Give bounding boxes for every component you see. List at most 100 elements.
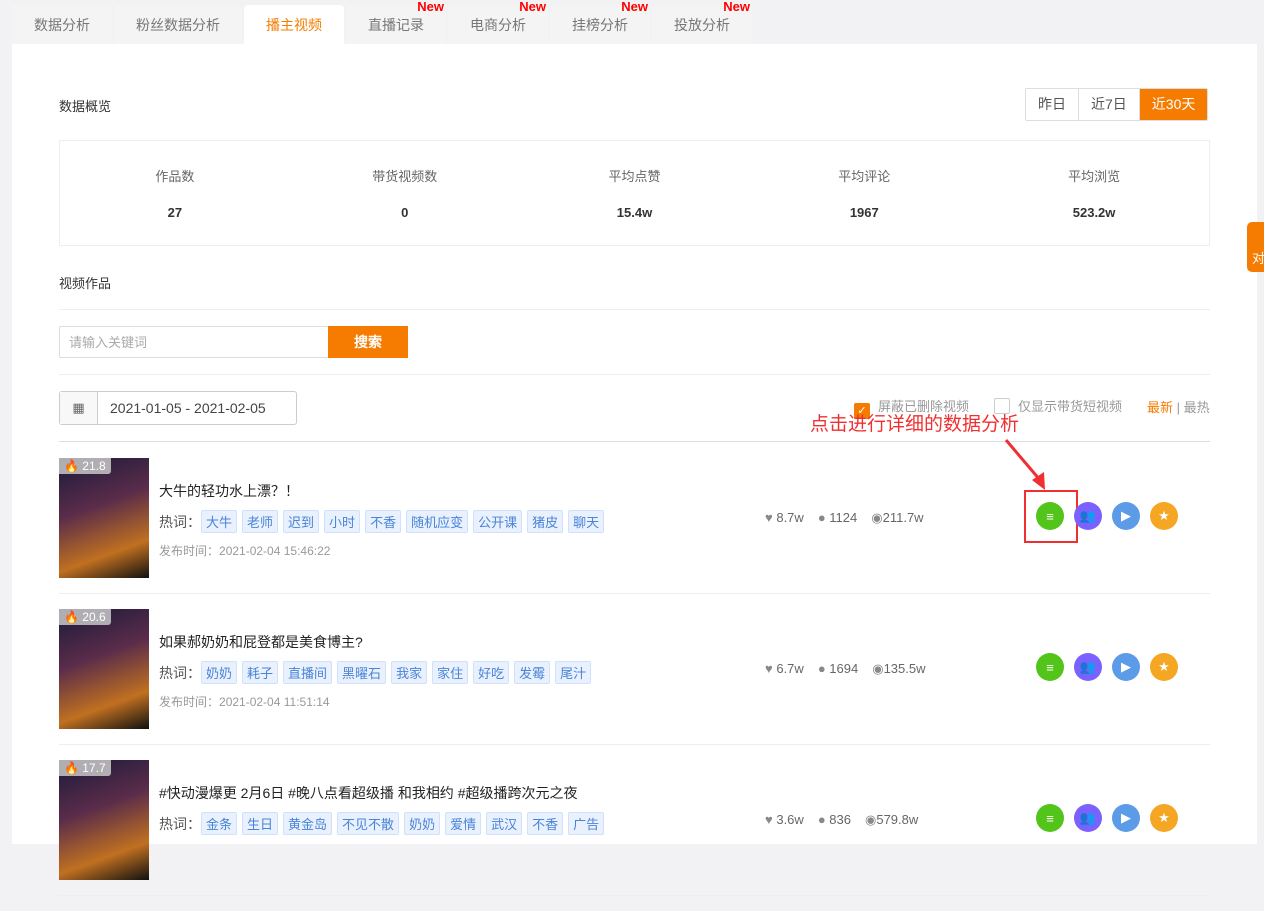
play-button[interactable]: ▶ xyxy=(1112,804,1140,832)
fans-button[interactable]: 👥 xyxy=(1074,502,1102,530)
keyword-tag[interactable]: 黄金岛 xyxy=(283,812,333,835)
keyword-tag[interactable]: 不香 xyxy=(527,812,564,835)
fans-button[interactable]: 👥 xyxy=(1074,804,1102,832)
sort-latest[interactable]: 最新 xyxy=(1147,400,1173,415)
analysis-button[interactable]: ≡ xyxy=(1036,804,1064,832)
tab-6[interactable]: 投放分析 New xyxy=(652,0,752,44)
keyword-tag[interactable]: 好吃 xyxy=(473,661,510,684)
publish-time: 发布时间：2021-02-04 11:51:14 xyxy=(159,693,330,710)
video-title[interactable]: 大牛的轻功水上漂？！ xyxy=(159,481,299,501)
play-button[interactable]: ▶ xyxy=(1112,502,1140,530)
keyword-tag[interactable]: 迟到 xyxy=(283,510,320,533)
keyword-tag[interactable]: 广告 xyxy=(568,812,605,835)
analysis-button[interactable]: ≡ xyxy=(1036,653,1064,681)
sort-toggle: 最新 | 最热 xyxy=(1147,397,1210,416)
keyword-tag[interactable]: 公开课 xyxy=(473,510,523,533)
eye-icon: ◉ xyxy=(872,661,884,676)
comments: ● 1694 xyxy=(818,661,858,677)
sort-hot[interactable]: 最热 xyxy=(1184,400,1210,415)
metric-label: 平均点赞 xyxy=(608,169,661,184)
new-badge: New xyxy=(621,0,648,14)
favorite-button[interactable]: ★ xyxy=(1150,804,1178,832)
keyword-tag[interactable]: 金条 xyxy=(201,812,238,835)
keyword-tag[interactable]: 聊天 xyxy=(568,510,605,533)
comments-value: 1124 xyxy=(829,510,858,525)
overview-metrics: 作品数 27 带货视频数 0 平均点赞 15.4w 平均评论 1967 平均浏览 523.2w xyxy=(59,140,1210,246)
fans-button[interactable]: 👥 xyxy=(1074,653,1102,681)
keyword-tag[interactable]: 不香 xyxy=(365,510,402,533)
keyword-tag[interactable]: 家住 xyxy=(432,661,469,684)
metric: 作品数 27 xyxy=(60,141,290,245)
video-title[interactable]: #快动漫爆更 2月6日 #晚八点看超级播 和我相约 #超级播跨次元之夜 xyxy=(159,783,578,803)
new-badge: New xyxy=(723,0,750,14)
play-icon: ▶ xyxy=(1121,508,1131,523)
keyword-label: 热词： xyxy=(159,513,201,530)
comment-icon: ● xyxy=(817,812,826,827)
tab-0[interactable]: 数据分析 xyxy=(12,5,112,44)
video-row: 🔥 17.7 #快动漫爆更 2月6日 #晚八点看超级播 和我相约 #超级播跨次元… xyxy=(59,760,1210,911)
tab-1[interactable]: 粉丝数据分析 xyxy=(114,5,242,44)
range-option[interactable]: 近7日 xyxy=(1078,89,1139,120)
likes-value: 6.7w xyxy=(776,661,804,676)
star-icon: ★ xyxy=(1158,659,1170,674)
keyword-tag[interactable]: 生日 xyxy=(242,812,279,835)
divider xyxy=(59,309,1210,310)
play-icon: ▶ xyxy=(1121,659,1131,674)
video-title[interactable]: 如果郝奶奶和屁登都是美食博主? xyxy=(159,632,363,652)
annotation-text: 点击进行详细的数据分析 xyxy=(810,414,1020,435)
comment-icon: ● xyxy=(817,510,826,525)
video-row: 🔥 21.8 大牛的轻功水上漂？！ 热词： 大牛 老师 迟到 小时 不香 随机应变 公开课 猪皮… xyxy=(59,458,1210,609)
heat-badge: 🔥 21.8 xyxy=(59,458,111,474)
date-range-picker[interactable]: ▦ 2021-01-05 - 2021-02-05 xyxy=(59,391,297,425)
views-value: 135.5w xyxy=(883,661,926,676)
tab-4[interactable]: 电商分析 New xyxy=(448,0,548,44)
video-stats: ♥ 8.7w ● 1124 ◉211.7w xyxy=(765,510,924,526)
video-thumbnail[interactable]: 🔥 17.7 xyxy=(59,760,149,880)
keyword-tag[interactable]: 老师 xyxy=(242,510,279,533)
keyword-tag[interactable]: 尾汁 xyxy=(555,661,592,684)
favorite-button[interactable]: ★ xyxy=(1150,502,1178,530)
keyword-tag[interactable]: 黑曜石 xyxy=(337,661,387,684)
favorite-button[interactable]: ★ xyxy=(1150,653,1178,681)
video-actions: ≡ 👥 ▶ ★ xyxy=(1036,653,1178,681)
play-button[interactable]: ▶ xyxy=(1112,653,1140,681)
range-option[interactable]: 近30天 xyxy=(1138,89,1208,120)
video-actions: ≡ 👥 ▶ ★ xyxy=(1036,502,1178,530)
keyword-tag[interactable]: 奶奶 xyxy=(404,812,441,835)
keyword-tag[interactable]: 奶奶 xyxy=(201,661,238,684)
search-input[interactable] xyxy=(59,326,329,358)
metric-value: 0 xyxy=(401,205,409,220)
keyword-tag[interactable]: 发霉 xyxy=(514,661,551,684)
side-float-tab[interactable]: 对 xyxy=(1247,222,1264,272)
range-option[interactable]: 昨日 xyxy=(1026,89,1078,120)
list-icon: ≡ xyxy=(1046,508,1054,524)
publish-label: 发布时间： xyxy=(159,544,220,558)
views: ◉211.7w xyxy=(871,510,923,526)
keyword-tag[interactable]: 爱情 xyxy=(445,812,482,835)
keyword-tag[interactable]: 武汉 xyxy=(486,812,523,835)
tab-3[interactable]: 直播记录 New xyxy=(346,0,446,44)
comments: ● 836 xyxy=(818,812,851,828)
keyword-tag[interactable]: 我家 xyxy=(391,661,428,684)
keywords: 热词： 金条 生日 黄金岛 不见不散 奶奶 爱情 武汉 不香 广告 xyxy=(159,812,609,835)
search-button[interactable]: 搜索 xyxy=(328,326,408,358)
star-icon: ★ xyxy=(1158,508,1170,523)
heat-badge: 🔥 17.7 xyxy=(59,760,111,776)
keyword-tag[interactable]: 猪皮 xyxy=(527,510,564,533)
video-thumbnail[interactable]: 🔥 20.6 xyxy=(59,609,149,729)
analysis-button[interactable]: ≡ xyxy=(1036,502,1064,530)
keyword-tag[interactable]: 耗子 xyxy=(242,661,279,684)
keyword-tag[interactable]: 大牛 xyxy=(201,510,238,533)
eye-icon: ◉ xyxy=(871,510,883,525)
keyword-tag[interactable]: 小时 xyxy=(324,510,361,533)
tab-label: 挂榜分析 xyxy=(572,17,628,33)
keyword-tag[interactable]: 随机应变 xyxy=(406,510,469,533)
metric-label: 平均浏览 xyxy=(1068,169,1121,184)
tab-5[interactable]: 挂榜分析 New xyxy=(550,0,650,44)
video-thumbnail[interactable]: 🔥 21.8 xyxy=(59,458,149,578)
tab-2[interactable]: 播主视频 xyxy=(244,5,344,44)
keyword-tag[interactable]: 不见不散 xyxy=(337,812,400,835)
video-row: 🔥 20.6 如果郝奶奶和屁登都是美食博主? 热词： 奶奶 耗子 直播间 黑曜石 我家 家住… xyxy=(59,609,1210,760)
metric-label: 作品数 xyxy=(155,169,195,184)
keyword-tag[interactable]: 直播间 xyxy=(283,661,333,684)
